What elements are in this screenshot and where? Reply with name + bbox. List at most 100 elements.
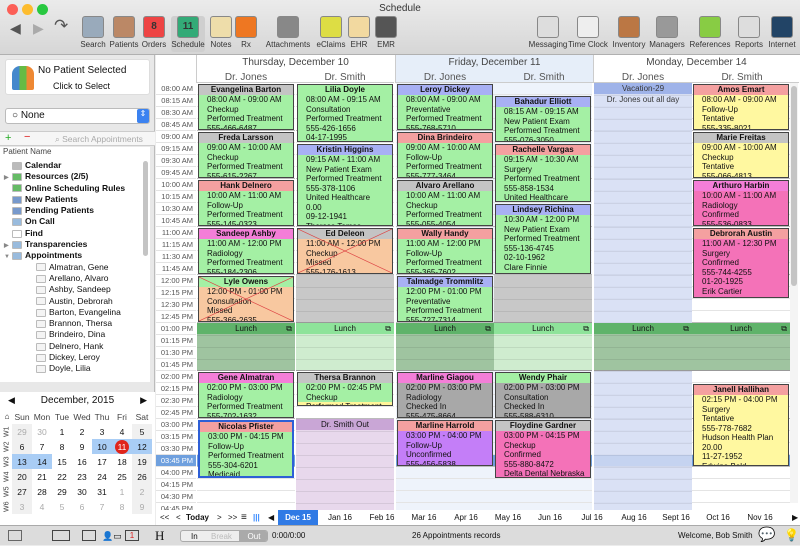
lunch-block[interactable]: Lunch ⧉ xyxy=(296,323,394,371)
list-view-icon[interactable]: ≡ xyxy=(241,510,247,525)
appointment[interactable]: Janell Hallihan 02:15 PM - 04:00 PM Surger… xyxy=(693,384,789,466)
calendar-day[interactable]: 3 xyxy=(12,499,32,514)
appointment[interactable]: Sandeep Ashby 11:00 AM - 12:00 PM Radiolog… xyxy=(198,228,294,274)
calendar-day[interactable]: 10 xyxy=(92,439,112,454)
calendar-day[interactable]: 15 xyxy=(52,454,72,469)
lunch-block[interactable]: Lunch ⧉ xyxy=(197,323,295,371)
toolbar-managers-button[interactable]: Managers xyxy=(648,16,686,52)
calendar-day[interactable]: 20 xyxy=(12,469,32,484)
appointment[interactable]: Ed Deleon 11:00 AM - 12:00 PM Checkup Misse… xyxy=(297,228,393,274)
appointment[interactable]: Dina Brindeiro 09:00 AM - 10:00 AM Follow-… xyxy=(397,132,493,178)
month-tab[interactable]: Feb 16 xyxy=(362,510,402,525)
calendar-day[interactable]: 27 xyxy=(12,484,32,499)
toolbar-notes-button[interactable]: Notes xyxy=(208,16,234,52)
calendar-day[interactable]: 26 xyxy=(132,469,152,484)
break-button[interactable]: Break xyxy=(211,531,232,541)
time-slot[interactable] xyxy=(692,371,790,383)
toolbar-reports-button[interactable]: Reports xyxy=(733,16,765,52)
appointment[interactable]: Debrorah Austin 11:00 AM - 12:30 PM Surger… xyxy=(693,228,789,298)
calendar-day[interactable]: 5 xyxy=(52,499,72,514)
appointment[interactable]: Hank Delnero 10:00 AM - 11:00 AM Follow-Up… xyxy=(198,180,294,226)
lunch-block[interactable]: Lunch ⧉ xyxy=(692,323,790,371)
calendar-day[interactable]: 18 xyxy=(112,454,132,469)
toolbar-patients-button[interactable]: Patients xyxy=(107,16,141,52)
refresh-icon[interactable]: ↷ xyxy=(54,16,68,36)
time-slot[interactable] xyxy=(197,491,295,503)
first-button[interactable]: << xyxy=(160,510,169,525)
month-tab[interactable]: Jan 16 xyxy=(320,510,360,525)
remove-button[interactable]: − xyxy=(24,131,30,143)
month-tab[interactable]: Dec 15 xyxy=(278,510,318,525)
lunch-block[interactable]: Lunch ⧉ xyxy=(594,323,692,371)
calendar-day[interactable]: 7 xyxy=(92,499,112,514)
appointment[interactable]: Marie Freitas 09:00 AM - 10:00 AM Checkup T… xyxy=(693,132,789,178)
appointment[interactable]: Nicolas Pfister 03:00 PM - 04:15 PM Follow… xyxy=(198,420,294,478)
person-card-icon[interactable] xyxy=(52,530,70,541)
blocked-time[interactable]: Vacation-29 Dr. Jones out all day xyxy=(594,83,692,515)
calendar-day[interactable]: 4 xyxy=(112,424,132,439)
tree-item[interactable]: Arellano, Alvaro xyxy=(0,273,150,284)
filter-select[interactable]: ○ None ⇕ xyxy=(5,108,150,124)
appointment[interactable]: Gene Almatran 02:00 PM - 03:00 PM Radiolog… xyxy=(198,372,294,418)
calendar-day[interactable]: 6 xyxy=(72,499,92,514)
appointment[interactable]: Amos Emart 08:00 AM - 09:00 AM Follow-Up Te… xyxy=(693,84,789,130)
month-tab[interactable]: Apr 16 xyxy=(446,510,486,525)
tree-item[interactable]: ▶ Transparencies xyxy=(0,239,150,250)
toolbar-time-clock-button[interactable]: Time Clock xyxy=(568,16,608,52)
back-arrow-icon[interactable]: ◀ xyxy=(10,20,21,37)
time-slot[interactable] xyxy=(494,83,592,95)
sidebar-toggle-icon[interactable] xyxy=(8,530,22,541)
calendar-day[interactable]: 16 xyxy=(72,454,92,469)
copy-icon[interactable]: ⧉ xyxy=(683,324,689,334)
lunch-block[interactable]: Lunch ⧉ xyxy=(494,323,592,371)
time-slot[interactable] xyxy=(197,479,295,491)
doctor-header[interactable]: Dr. Jones xyxy=(594,72,692,83)
appointment[interactable]: Kristin Higgins 09:15 AM - 11:00 AM New Pa… xyxy=(297,144,393,226)
doctor-header[interactable]: Dr. Jones xyxy=(396,72,494,83)
tree-item[interactable]: Doyle, Lilia xyxy=(0,363,150,374)
copy-icon[interactable]: ⧉ xyxy=(485,324,491,334)
appointment[interactable]: Arthuro Harbin 10:00 AM - 11:00 AM Radiolo… xyxy=(693,180,789,226)
appointment[interactable]: Marline Giagou 02:00 PM - 03:00 PM Radiolo… xyxy=(397,372,493,418)
calendar-day[interactable]: 22 xyxy=(52,469,72,484)
week-label[interactable]: W5 xyxy=(2,484,12,499)
lightbulb-icon[interactable]: 💡 xyxy=(784,525,799,545)
copy-icon[interactable]: ⧉ xyxy=(286,324,292,334)
unavailable-block[interactable] xyxy=(494,275,592,323)
tree-item[interactable]: Brannon, Thersa xyxy=(0,318,150,329)
appointment[interactable]: Bahadur Elliott 08:15 AM - 09:15 AM New Pa… xyxy=(495,96,591,142)
calendar-day[interactable]: 9 xyxy=(132,499,152,514)
week-label[interactable]: W4 xyxy=(2,469,12,484)
person-document-icon[interactable]: 👤▭ xyxy=(102,526,122,546)
clock-out-button[interactable]: Out xyxy=(239,531,267,541)
calendar-day-icon[interactable]: 1 xyxy=(125,530,139,541)
tree-item[interactable]: Online Scheduling Rules xyxy=(0,183,150,194)
doctor-header[interactable]: Dr. Smith xyxy=(495,72,593,83)
month-tab[interactable]: Aug 16 xyxy=(614,510,654,525)
time-slot[interactable] xyxy=(396,467,494,479)
appointment[interactable]: Freda Larsson 09:00 AM - 10:00 AM Checkup P… xyxy=(198,132,294,178)
time-slot[interactable] xyxy=(494,479,592,491)
calendar-day[interactable]: 30 xyxy=(32,424,52,439)
doctor-header[interactable]: Dr. Smith xyxy=(296,72,394,83)
toolbar-attachments-button[interactable]: Attachments xyxy=(263,16,313,52)
tree-item[interactable]: Brindeiro, Dina xyxy=(0,329,150,340)
appointment[interactable]: Talmadge Trommlitz 12:00 PM - 01:00 PM Pre… xyxy=(397,276,493,322)
appointment[interactable]: Lilia Doyle 08:00 AM - 09:15 AM Consultati… xyxy=(297,84,393,142)
schedule-scrollbar[interactable] xyxy=(790,83,798,503)
calendar-day[interactable]: 4 xyxy=(32,499,52,514)
appointment[interactable]: Leroy Dickey 08:00 AM - 09:00 AM Preventat… xyxy=(397,84,493,130)
appointment[interactable]: Lyle Owens 12:00 PM - 01:00 PM Consultatio… xyxy=(198,276,294,322)
time-slot[interactable] xyxy=(692,479,790,491)
tree-item[interactable]: Austin, Debrorah xyxy=(0,296,150,307)
appointment[interactable]: Thersa Brannon 02:00 PM - 02:45 PM Checkup… xyxy=(297,372,393,406)
grid-icon[interactable] xyxy=(82,530,96,541)
toolbar-eclaims-button[interactable]: eClaims xyxy=(315,16,347,52)
appointment[interactable]: Evangelina Barton 08:00 AM - 09:00 AM Chec… xyxy=(198,84,294,130)
tree-item[interactable]: On Call xyxy=(0,216,150,227)
month-tab[interactable]: May 16 xyxy=(488,510,528,525)
next-button[interactable]: > xyxy=(217,510,222,525)
toolbar-orders-button[interactable]: 8 Orders xyxy=(141,16,167,52)
chat-bubble-icon[interactable]: 💬 xyxy=(758,524,775,544)
unavailable-block[interactable] xyxy=(296,275,394,323)
